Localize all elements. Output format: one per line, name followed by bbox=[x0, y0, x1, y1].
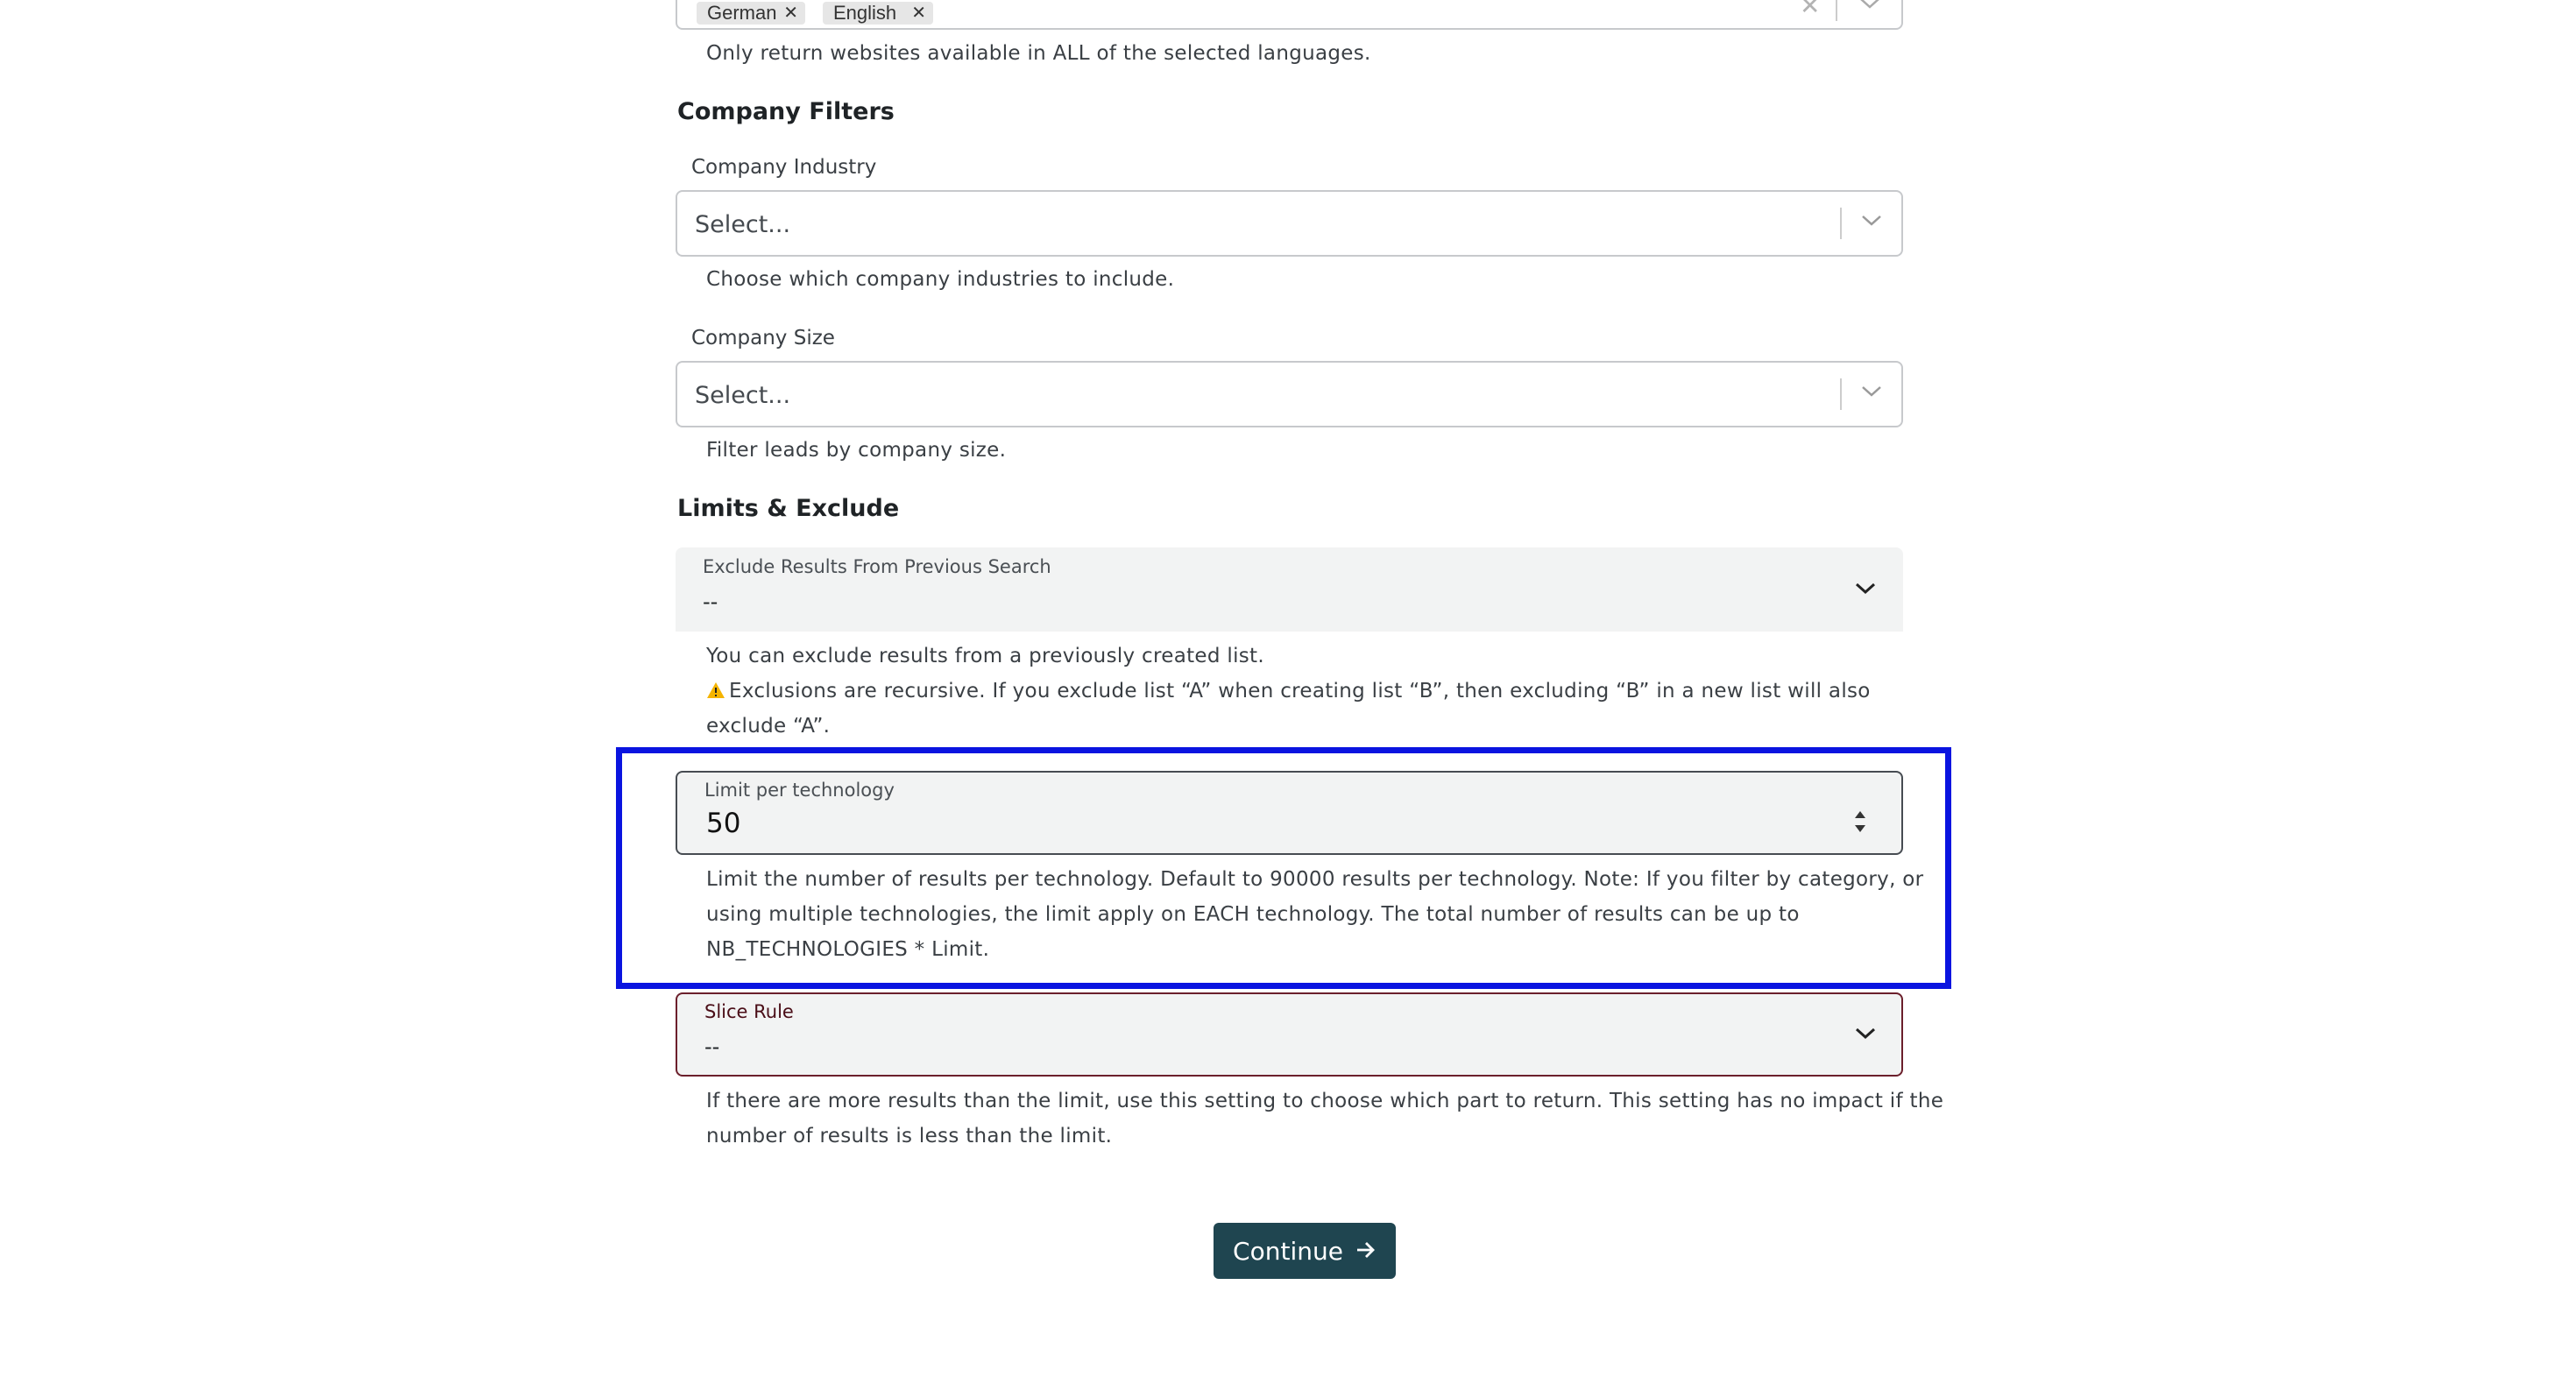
exclude-value: -- bbox=[703, 590, 718, 614]
exclude-previous-search-select[interactable]: Exclude Results From Previous Search -- bbox=[676, 547, 1903, 632]
exclude-warning-line1: Exclusions are recursive. If you exclude… bbox=[729, 680, 1871, 703]
slice-rule-help-line2: number of results is less than the limit… bbox=[706, 1125, 1113, 1147]
company-industry-label: Company Industry bbox=[691, 156, 877, 179]
exclude-warning: Exclusions are recursive. If you exclude… bbox=[706, 674, 1871, 710]
limit-per-technology-input[interactable] bbox=[706, 806, 1845, 841]
divider bbox=[1836, 0, 1837, 21]
chevron-down-icon[interactable] bbox=[1859, 384, 1884, 404]
limit-per-technology-label: Limit per technology bbox=[704, 780, 895, 801]
warning-icon bbox=[706, 675, 725, 710]
exclude-label: Exclude Results From Previous Search bbox=[703, 556, 1051, 577]
company-industry-select[interactable]: Select... bbox=[676, 190, 1903, 257]
company-size-select[interactable]: Select... bbox=[676, 361, 1903, 427]
divider bbox=[1840, 208, 1842, 239]
chevron-down-icon[interactable] bbox=[1854, 581, 1877, 601]
slice-rule-value: -- bbox=[704, 1034, 720, 1059]
limit-help-line3: NB_TECHNOLOGIES * Limit. bbox=[706, 938, 990, 961]
divider bbox=[1840, 378, 1842, 410]
limit-help-line1: Limit the number of results per technolo… bbox=[706, 868, 1924, 891]
exclude-help: You can exclude results from a previousl… bbox=[706, 645, 1264, 667]
slice-rule-label: Slice Rule bbox=[704, 1001, 794, 1022]
languages-select[interactable]: German ✕ English ✕ ✕ bbox=[676, 0, 1903, 30]
section-title-limits: Limits & Exclude bbox=[677, 495, 900, 522]
slice-rule-help-line1: If there are more results than the limit… bbox=[706, 1090, 1944, 1112]
exclude-warning-line2: exclude “A”. bbox=[706, 715, 831, 738]
arrow-right-icon bbox=[1355, 1240, 1376, 1262]
section-title-company-filters: Company Filters bbox=[677, 98, 895, 125]
language-chip-label: German bbox=[707, 2, 777, 24]
language-chip-label: English bbox=[833, 2, 897, 24]
company-industry-help: Choose which company industries to inclu… bbox=[706, 268, 1175, 291]
company-size-placeholder: Select... bbox=[695, 382, 791, 409]
continue-button[interactable]: Continue bbox=[1214, 1223, 1396, 1279]
company-industry-placeholder: Select... bbox=[695, 211, 791, 238]
limit-per-technology-field[interactable]: Limit per technology bbox=[676, 771, 1903, 855]
page: German ✕ English ✕ ✕ Only return website… bbox=[0, 0, 2576, 1398]
chevron-down-icon[interactable] bbox=[1859, 213, 1884, 233]
spinner-arrows-icon[interactable] bbox=[1851, 806, 1869, 842]
chevron-down-icon[interactable] bbox=[1858, 0, 1881, 15]
slice-rule-select[interactable]: Slice Rule -- bbox=[676, 992, 1903, 1077]
close-icon[interactable]: ✕ bbox=[783, 2, 798, 25]
language-chip: German ✕ bbox=[697, 2, 805, 25]
chevron-down-icon[interactable] bbox=[1854, 1026, 1877, 1046]
company-size-label: Company Size bbox=[691, 327, 835, 350]
close-icon[interactable]: ✕ bbox=[911, 2, 926, 25]
continue-button-label: Continue bbox=[1233, 1236, 1343, 1266]
limit-help-line2: using multiple technologies, the limit a… bbox=[706, 903, 1800, 926]
company-size-help: Filter leads by company size. bbox=[706, 439, 1007, 462]
languages-help: Only return websites available in ALL of… bbox=[706, 42, 1371, 65]
language-chip: English ✕ bbox=[823, 2, 933, 25]
clear-icon[interactable]: ✕ bbox=[1800, 0, 1820, 19]
